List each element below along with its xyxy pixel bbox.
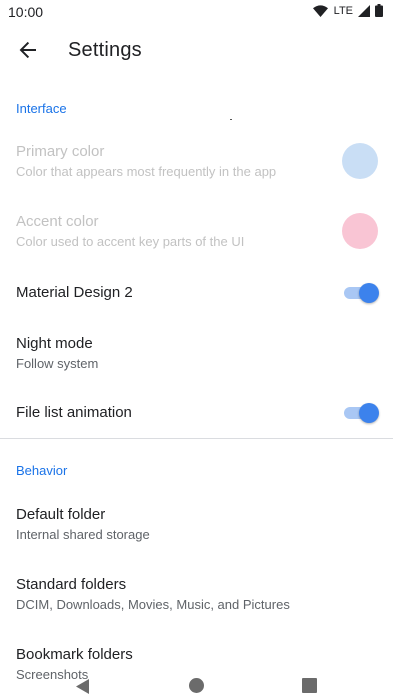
- nav-back-icon[interactable]: [76, 679, 89, 694]
- back-button[interactable]: [8, 30, 48, 70]
- material-design-2-switch[interactable]: [344, 283, 379, 303]
- pref-night-mode[interactable]: Night mode Follow system: [0, 328, 393, 380]
- status-icons: LTE: [312, 4, 383, 17]
- pref-title: Night mode: [16, 335, 93, 352]
- section-divider: [0, 438, 393, 439]
- pref-title: Accent color: [16, 213, 99, 230]
- pref-subtitle: Color used to accent key parts of the UI: [16, 234, 245, 249]
- pref-subtitle: Internal shared storage: [16, 527, 150, 542]
- wifi-icon: [312, 4, 328, 17]
- pref-material-design-2[interactable]: Material Design 2: [0, 270, 393, 314]
- arrow-back-icon: [19, 41, 36, 59]
- battery-icon: [375, 4, 383, 17]
- navigation-bar: [0, 672, 393, 700]
- nav-home-icon[interactable]: [189, 678, 204, 693]
- network-type-label: LTE: [333, 4, 353, 17]
- pref-subtitle: Color that appears most frequently in th…: [16, 164, 277, 179]
- pref-title: Material Design 2: [16, 284, 133, 301]
- pref-file-list-animation[interactable]: File list animation: [0, 390, 393, 434]
- status-time: 10:00: [8, 4, 44, 20]
- primary-color-swatch: [342, 143, 378, 179]
- pref-standard-folders[interactable]: Standard folders DCIM, Downloads, Movies…: [0, 569, 393, 621]
- pref-accent-color[interactable]: Accent color Color used to accent key pa…: [0, 205, 393, 259]
- page-title: Settings: [68, 39, 142, 61]
- pref-subtitle: DCIM, Downloads, Movies, Music, and Pict…: [16, 597, 290, 612]
- screen-artifact: [230, 119, 232, 120]
- pref-subtitle: Follow system: [16, 356, 99, 371]
- pref-default-folder[interactable]: Default folder Internal shared storage: [0, 499, 393, 551]
- status-bar: 10:00 LTE: [0, 0, 393, 24]
- accent-color-swatch: [342, 213, 378, 249]
- pref-title: Default folder: [16, 506, 106, 523]
- switch-thumb: [359, 283, 379, 303]
- switch-thumb: [359, 403, 379, 423]
- app-bar: Settings: [0, 24, 393, 76]
- file-list-animation-switch[interactable]: [344, 403, 379, 423]
- pref-primary-color[interactable]: Primary color Color that appears most fr…: [0, 135, 393, 189]
- pref-title: Primary color: [16, 143, 105, 160]
- nav-recents-icon[interactable]: [302, 678, 317, 693]
- pref-title: Bookmark folders: [16, 646, 133, 663]
- section-header-behavior: Behavior: [16, 463, 68, 478]
- pref-title: File list animation: [16, 404, 132, 421]
- cellular-signal-icon: [358, 4, 370, 17]
- section-header-interface: Interface: [16, 101, 67, 116]
- pref-title: Standard folders: [16, 576, 127, 593]
